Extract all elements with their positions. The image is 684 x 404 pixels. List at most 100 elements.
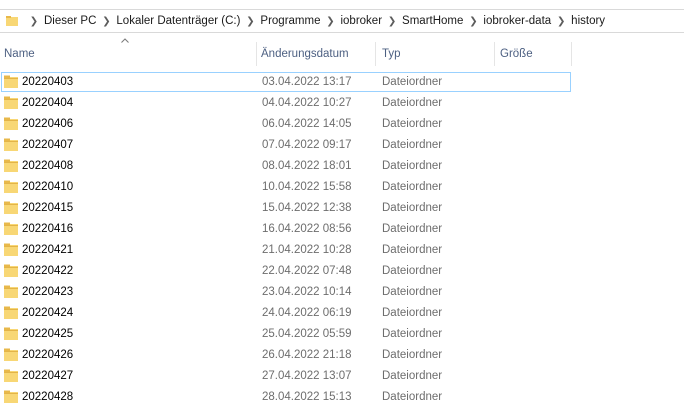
file-modified-date: 06.04.2022 14:05: [262, 118, 352, 130]
file-name: 20220408: [22, 160, 74, 172]
folder-icon: [4, 117, 18, 130]
file-type: Dateiordner: [382, 391, 443, 403]
folder-icon: [4, 159, 18, 172]
file-modified-date: 28.04.2022 15:13: [262, 391, 352, 403]
table-row[interactable]: 20220404 04.04.2022 10:27 Dateiordner: [0, 93, 684, 114]
file-name: 20220407: [22, 139, 74, 151]
file-modified-date: 23.04.2022 10:14: [262, 286, 352, 298]
table-row[interactable]: 20220403 03.04.2022 13:17 Dateiordner: [0, 72, 684, 93]
file-name: 20220406: [22, 118, 74, 130]
file-name: 20220425: [22, 328, 74, 340]
file-name: 20220416: [22, 223, 74, 235]
file-modified-date: 15.04.2022 12:38: [262, 202, 352, 214]
file-name: 20220415: [22, 202, 74, 214]
table-row[interactable]: 20220406 06.04.2022 14:05 Dateiordner: [0, 114, 684, 135]
file-modified-date: 25.04.2022 05:59: [262, 328, 352, 340]
table-row[interactable]: 20220416 16.04.2022 08:56 Dateiordner: [0, 219, 684, 240]
table-row[interactable]: 20220421 21.04.2022 10:28 Dateiordner: [0, 240, 684, 261]
table-row[interactable]: 20220423 23.04.2022 10:14 Dateiordner: [0, 282, 684, 303]
file-name: 20220404: [22, 97, 74, 109]
table-row[interactable]: 20220422 22.04.2022 07:48 Dateiordner: [0, 261, 684, 282]
file-type: Dateiordner: [382, 118, 443, 130]
breadcrumb: ❯ Dieser PC ❯ Lokaler Datenträger (C:) ❯…: [26, 10, 607, 32]
file-modified-date: 27.04.2022 13:07: [262, 370, 352, 382]
folder-icon: [4, 390, 18, 403]
file-name: 20220421: [22, 244, 74, 256]
chevron-right-icon[interactable]: ❯: [98, 16, 114, 27]
column-divider[interactable]: [571, 42, 572, 66]
file-modified-date: 10.04.2022 15:58: [262, 181, 352, 193]
folder-icon: [4, 201, 18, 214]
file-type: Dateiordner: [382, 181, 443, 193]
file-type: Dateiordner: [382, 97, 443, 109]
file-type: Dateiordner: [382, 223, 443, 235]
file-modified-date: 03.04.2022 13:17: [262, 76, 352, 88]
chevron-right-icon[interactable]: ❯: [322, 16, 338, 27]
breadcrumb-item-smarthome[interactable]: SmartHome: [400, 15, 465, 27]
folder-icon: [4, 222, 18, 235]
column-header-type[interactable]: Typ: [376, 42, 494, 66]
chevron-right-icon[interactable]: ❯: [553, 16, 569, 27]
file-name: 20220428: [22, 391, 74, 403]
table-row[interactable]: 20220410 10.04.2022 15:58 Dateiordner: [0, 177, 684, 198]
file-type: Dateiordner: [382, 244, 443, 256]
file-type: Dateiordner: [382, 307, 443, 319]
folder-icon: [4, 180, 18, 193]
file-type: Dateiordner: [382, 265, 443, 277]
breadcrumb-item-dieser-pc[interactable]: Dieser PC: [42, 15, 98, 27]
table-row[interactable]: 20220408 08.04.2022 18:01 Dateiordner: [0, 156, 684, 177]
table-row[interactable]: 20220428 28.04.2022 15:13 Dateiordner: [0, 387, 684, 404]
breadcrumb-item-programme[interactable]: Programme: [258, 15, 322, 27]
breadcrumb-item-iobroker-data[interactable]: iobroker-data: [481, 15, 553, 27]
chevron-right-icon[interactable]: ❯: [26, 16, 42, 27]
folder-icon: [4, 348, 18, 361]
chevron-right-icon[interactable]: ❯: [465, 16, 481, 27]
file-name: 20220424: [22, 307, 74, 319]
file-type: Dateiordner: [382, 286, 443, 298]
table-row[interactable]: 20220427 27.04.2022 13:07 Dateiordner: [0, 366, 684, 387]
table-row[interactable]: 20220415 15.04.2022 12:38 Dateiordner: [0, 198, 684, 219]
file-modified-date: 04.04.2022 10:27: [262, 97, 352, 109]
file-type: Dateiordner: [382, 76, 443, 88]
table-row[interactable]: 20220425 25.04.2022 05:59 Dateiordner: [0, 324, 684, 345]
file-modified-date: 26.04.2022 21:18: [262, 349, 352, 361]
file-modified-date: 24.04.2022 06:19: [262, 307, 352, 319]
folder-icon: [4, 306, 18, 319]
table-row[interactable]: 20220407 07.04.2022 09:17 Dateiordner: [0, 135, 684, 156]
breadcrumb-item-lokaler-datentraeger[interactable]: Lokaler Datenträger (C:): [114, 15, 242, 27]
column-header-date[interactable]: Änderungsdatum: [257, 42, 375, 66]
file-name: 20220427: [22, 370, 74, 382]
file-type: Dateiordner: [382, 349, 443, 361]
folder-icon: [6, 16, 18, 26]
file-modified-date: 08.04.2022 18:01: [262, 160, 352, 172]
file-type: Dateiordner: [382, 328, 443, 340]
file-modified-date: 21.04.2022 10:28: [262, 244, 352, 256]
breadcrumb-item-history[interactable]: history: [569, 15, 607, 27]
column-header-name[interactable]: Name: [0, 42, 256, 66]
column-header: Name Änderungsdatum Typ Größe: [0, 42, 684, 66]
folder-icon: [4, 138, 18, 151]
folder-icon: [4, 327, 18, 340]
file-modified-date: 16.04.2022 08:56: [262, 223, 352, 235]
table-row[interactable]: 20220424 24.04.2022 06:19 Dateiordner: [0, 303, 684, 324]
file-modified-date: 22.04.2022 07:48: [262, 265, 352, 277]
folder-icon: [4, 285, 18, 298]
folder-icon: [4, 243, 18, 256]
folder-icon: [4, 369, 18, 382]
folder-icon: [4, 75, 18, 88]
chevron-right-icon[interactable]: ❯: [242, 16, 258, 27]
table-row[interactable]: 20220426 26.04.2022 21:18 Dateiordner: [0, 345, 684, 366]
file-name: 20220403: [22, 76, 74, 88]
file-type: Dateiordner: [382, 139, 443, 151]
folder-icon: [4, 264, 18, 277]
file-explorer-window: ❯ Dieser PC ❯ Lokaler Datenträger (C:) ❯…: [0, 0, 684, 404]
breadcrumb-item-iobroker[interactable]: iobroker: [338, 15, 384, 27]
file-type: Dateiordner: [382, 160, 443, 172]
column-header-size[interactable]: Größe: [495, 42, 571, 66]
chevron-right-icon[interactable]: ❯: [384, 16, 400, 27]
file-type: Dateiordner: [382, 370, 443, 382]
file-name: 20220426: [22, 349, 74, 361]
address-bar[interactable]: ❯ Dieser PC ❯ Lokaler Datenträger (C:) ❯…: [0, 9, 684, 33]
folder-icon: [4, 96, 18, 109]
file-name: 20220422: [22, 265, 74, 277]
